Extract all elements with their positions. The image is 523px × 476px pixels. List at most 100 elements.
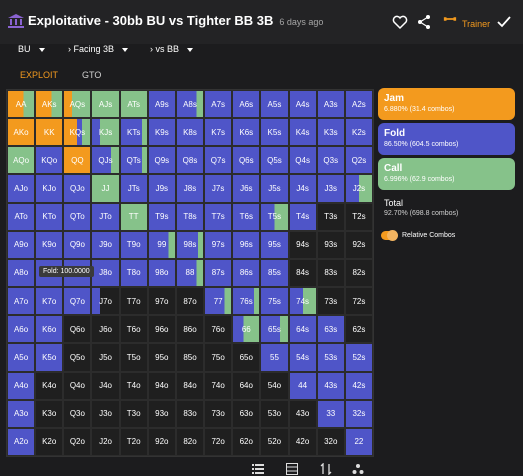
hand-cell-T8o[interactable]: T8o bbox=[119, 258, 148, 288]
hand-cell-54o[interactable]: 54o bbox=[260, 371, 289, 400]
hand-cell-J6o[interactable]: J6o bbox=[91, 315, 120, 344]
hand-cell-ATo[interactable]: ATo bbox=[7, 202, 36, 231]
hand-cell-J2s[interactable]: J2s bbox=[344, 174, 373, 203]
hand-cell-A4o[interactable]: A4o bbox=[7, 371, 36, 400]
hand-cell-66[interactable]: 66 bbox=[232, 315, 261, 344]
hand-cell-54s[interactable]: 54s bbox=[288, 343, 317, 372]
hand-cell-95o[interactable]: 95o bbox=[147, 343, 176, 372]
hand-cell-A6o[interactable]: A6o bbox=[7, 315, 36, 344]
hand-cell-32s[interactable]: 32s bbox=[344, 399, 373, 428]
hand-cell-87s[interactable]: 87s bbox=[204, 258, 233, 288]
hand-cell-A8s[interactable]: A8s bbox=[175, 90, 205, 119]
hand-cell-K7s[interactable]: K7s bbox=[204, 118, 233, 147]
hand-cell-Q7o[interactable]: Q7o bbox=[63, 287, 92, 316]
hand-cell-AQs[interactable]: AQs bbox=[63, 90, 92, 119]
hand-cell-A5o[interactable]: A5o bbox=[7, 343, 36, 372]
breadcrumb-position[interactable]: BU bbox=[18, 44, 45, 54]
tab-gto[interactable]: GTO bbox=[82, 70, 101, 80]
hand-cell-KK[interactable]: KK bbox=[35, 118, 64, 147]
legend-fold[interactable]: Fold 86.50% (604.5 combos) bbox=[378, 123, 515, 155]
hand-cell-76s[interactable]: 76s bbox=[232, 287, 261, 316]
hand-cell-QTs[interactable]: QTs bbox=[119, 146, 148, 175]
hand-cell-KJs[interactable]: KJs bbox=[91, 118, 120, 147]
hand-cell-88[interactable]: 88 bbox=[175, 258, 205, 288]
legend-jam[interactable]: Jam 6.880% (31.4 combos) bbox=[378, 88, 515, 120]
hand-cell-A9s[interactable]: A9s bbox=[147, 90, 176, 119]
hand-cell-62s[interactable]: 62s bbox=[344, 315, 373, 344]
hand-cell-Q6s[interactable]: Q6s bbox=[232, 146, 261, 175]
hand-cell-93s[interactable]: 93s bbox=[316, 230, 345, 259]
breadcrumb-action[interactable]: › Facing 3B bbox=[68, 44, 129, 54]
hand-cell-77[interactable]: 77 bbox=[204, 287, 233, 316]
hand-cell-A3s[interactable]: A3s bbox=[316, 90, 345, 119]
hand-cell-T4s[interactable]: T4s bbox=[288, 202, 317, 231]
hand-cell-J8o[interactable]: J8o bbox=[91, 258, 120, 288]
hand-cell-85o[interactable]: 85o bbox=[175, 343, 205, 372]
hand-cell-A2s[interactable]: A2s bbox=[344, 90, 373, 119]
hand-cell-JTo[interactable]: JTo bbox=[91, 202, 120, 231]
hand-cell-72s[interactable]: 72s bbox=[344, 287, 373, 316]
hand-cell-QJo[interactable]: QJo bbox=[63, 174, 92, 203]
legend-call[interactable]: Call 6.996% (62.9 combos) bbox=[378, 158, 515, 190]
hand-cell-T5o[interactable]: T5o bbox=[119, 343, 148, 372]
hand-cell-K3o[interactable]: K3o bbox=[35, 399, 64, 428]
hand-cell-AA[interactable]: AA bbox=[7, 90, 36, 119]
hand-cell-J7s[interactable]: J7s bbox=[204, 174, 233, 203]
hand-cell-92o[interactable]: 92o bbox=[147, 427, 176, 456]
hand-cell-K7o[interactable]: K7o bbox=[35, 287, 64, 316]
hand-cell-K2o[interactable]: K2o bbox=[35, 427, 64, 456]
hand-cell-74o[interactable]: 74o bbox=[204, 371, 233, 400]
hand-cell-72o[interactable]: 72o bbox=[204, 427, 233, 456]
hand-cell-97o[interactable]: 97o bbox=[147, 287, 176, 316]
hand-cell-Q3o[interactable]: Q3o bbox=[63, 399, 92, 428]
relative-combos-toggle[interactable] bbox=[381, 230, 398, 241]
hand-cell-T8s[interactable]: T8s bbox=[175, 202, 205, 231]
hand-cell-K3s[interactable]: K3s bbox=[316, 118, 345, 147]
hand-cell-64s[interactable]: 64s bbox=[288, 315, 317, 344]
hand-cell-55[interactable]: 55 bbox=[260, 343, 289, 372]
tab-exploit[interactable]: EXPLOIT bbox=[20, 70, 58, 80]
hand-cell-Q6o[interactable]: Q6o bbox=[63, 315, 92, 344]
hand-cell-94o[interactable]: 94o bbox=[147, 371, 176, 400]
hand-cell-86s[interactable]: 86s bbox=[232, 258, 261, 288]
hand-cell-J3s[interactable]: J3s bbox=[316, 174, 345, 203]
hand-cell-K5s[interactable]: K5s bbox=[260, 118, 289, 147]
hand-cell-T9s[interactable]: T9s bbox=[147, 202, 176, 231]
hand-cell-73s[interactable]: 73s bbox=[316, 287, 345, 316]
hand-cell-22[interactable]: 22 bbox=[344, 427, 373, 456]
hand-cell-32o[interactable]: 32o bbox=[316, 427, 345, 456]
hand-cell-A4s[interactable]: A4s bbox=[288, 90, 317, 119]
hand-cell-T7o[interactable]: T7o bbox=[119, 287, 148, 316]
trainer-button[interactable]: Trainer bbox=[462, 19, 490, 29]
hand-cell-63s[interactable]: 63s bbox=[316, 315, 345, 344]
hand-cell-A6s[interactable]: A6s bbox=[232, 90, 261, 119]
hand-cell-99[interactable]: 99 bbox=[147, 230, 176, 259]
hand-cell-JTs[interactable]: JTs bbox=[119, 174, 148, 203]
hand-cell-53o[interactable]: 53o bbox=[260, 399, 289, 428]
hand-cell-76o[interactable]: 76o bbox=[204, 315, 233, 344]
share-icon[interactable] bbox=[416, 14, 432, 30]
hand-cell-84o[interactable]: 84o bbox=[175, 371, 205, 400]
hand-cell-KQo[interactable]: KQo bbox=[35, 146, 64, 175]
hand-cell-QQ[interactable]: QQ bbox=[63, 146, 92, 175]
hand-cell-T2s[interactable]: T2s bbox=[344, 202, 373, 231]
hand-cell-75s[interactable]: 75s bbox=[260, 287, 289, 316]
hand-cell-K6o[interactable]: K6o bbox=[35, 315, 64, 344]
hand-cell-Q4s[interactable]: Q4s bbox=[288, 146, 317, 175]
hand-cell-A3o[interactable]: A3o bbox=[7, 399, 36, 428]
hand-cell-J6s[interactable]: J6s bbox=[232, 174, 261, 203]
hand-cell-95s[interactable]: 95s bbox=[260, 230, 289, 259]
hand-cell-KQs[interactable]: KQs bbox=[63, 118, 92, 147]
hand-cell-98o[interactable]: 98o bbox=[147, 258, 176, 288]
hand-cell-T5s[interactable]: T5s bbox=[260, 202, 289, 231]
hand-cell-J3o[interactable]: J3o bbox=[91, 399, 120, 428]
hand-cell-86o[interactable]: 86o bbox=[175, 315, 205, 344]
hand-cell-94s[interactable]: 94s bbox=[288, 230, 317, 259]
hand-cell-J9o[interactable]: J9o bbox=[91, 230, 120, 259]
list-icon[interactable] bbox=[252, 463, 264, 475]
breadcrumb-opponent[interactable]: › vs BB bbox=[150, 44, 194, 54]
hand-cell-T2o[interactable]: T2o bbox=[119, 427, 148, 456]
hand-cell-AJo[interactable]: AJo bbox=[7, 174, 36, 203]
hand-cell-96s[interactable]: 96s bbox=[232, 230, 261, 259]
hand-cell-42o[interactable]: 42o bbox=[288, 427, 317, 456]
